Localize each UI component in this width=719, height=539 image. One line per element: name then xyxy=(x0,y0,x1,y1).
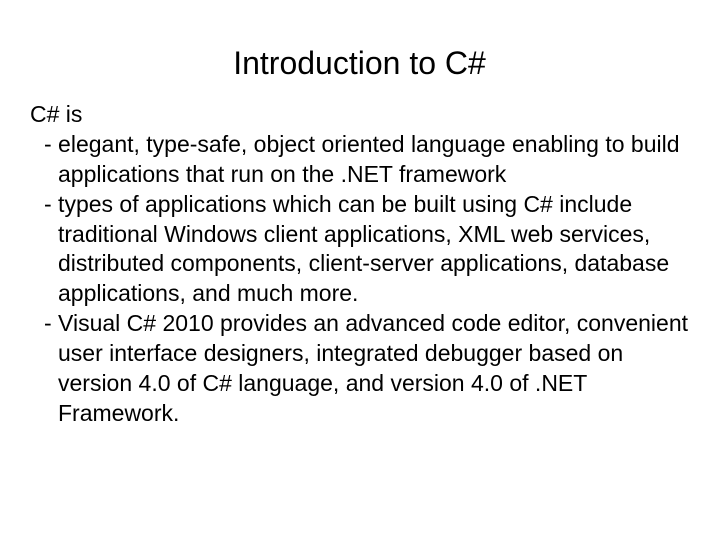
intro-text: C# is xyxy=(30,100,689,130)
bullet-item: - Visual C# 2010 provides an advanced co… xyxy=(30,309,689,429)
bullet-item: - elegant, type-safe, object oriented la… xyxy=(30,130,689,190)
slide-content: C# is - elegant, type-safe, object orien… xyxy=(30,100,689,429)
bullet-item: - types of applications which can be bui… xyxy=(30,190,689,310)
slide-title: Introduction to C# xyxy=(30,45,689,82)
